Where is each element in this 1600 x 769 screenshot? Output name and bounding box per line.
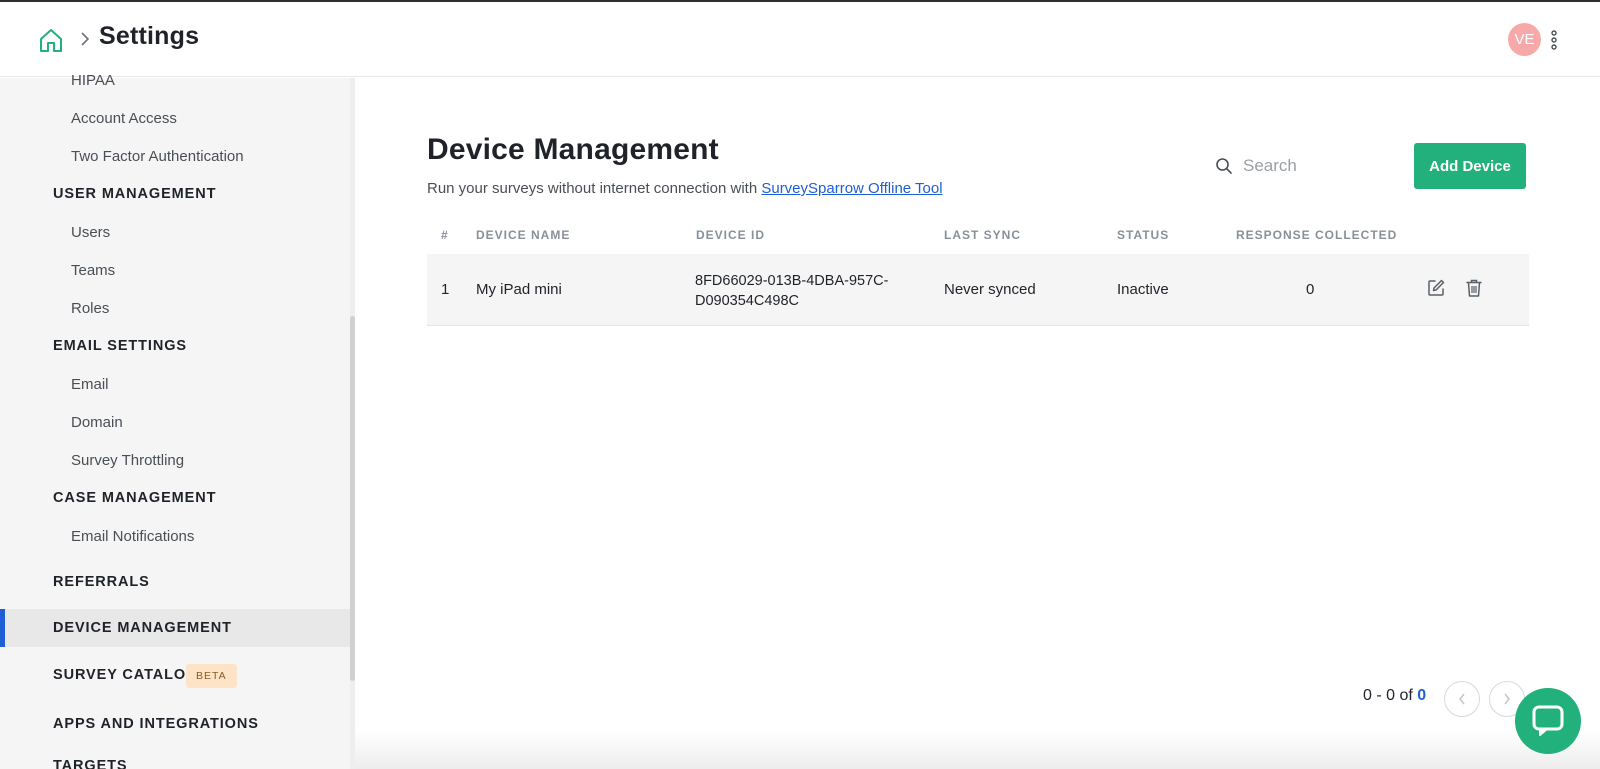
sidebar-item-roles[interactable]: Roles	[71, 300, 109, 317]
sidebar-section-email-settings: EMAIL SETTINGS	[53, 338, 187, 354]
sidebar-section-user-management: USER MANAGEMENT	[53, 186, 217, 202]
search-input[interactable]	[1243, 156, 1383, 176]
sidebar-item-survey-throttling[interactable]: Survey Throttling	[71, 452, 184, 469]
kebab-menu-icon[interactable]	[1548, 29, 1560, 51]
sidebar-item-apps-and-integrations[interactable]: APPS AND INTEGRATIONS	[53, 716, 259, 732]
row-device-name: My iPad mini	[476, 281, 562, 298]
settings-sidebar	[0, 78, 350, 769]
add-device-button[interactable]: Add Device	[1414, 143, 1526, 189]
row-device-id: 8FD66029-013B-4DBA-957C- D090354C498C	[695, 271, 915, 311]
offline-tool-link[interactable]: SurveySparrow Offline Tool	[761, 180, 942, 197]
bottom-fade	[355, 730, 1600, 769]
column-header-response-collected: RESPONSE COLLECTED	[1236, 228, 1398, 242]
sidebar-item-users[interactable]: Users	[71, 224, 110, 241]
chevron-left-icon	[1459, 693, 1465, 705]
trash-icon[interactable]	[1465, 278, 1483, 298]
sidebar-item-email[interactable]: Email	[71, 376, 109, 393]
chat-widget-button[interactable]	[1515, 688, 1581, 754]
sidebar-item-email-notifications[interactable]: Email Notifications	[71, 528, 194, 545]
page-title: Settings	[99, 22, 200, 50]
sidebar-item-targets[interactable]: TARGETS	[53, 758, 128, 769]
sidebar-section-case-management: CASE MANAGEMENT	[53, 490, 217, 506]
row-last-sync: Never synced	[944, 281, 1036, 298]
row-response-collected: 0	[1306, 281, 1315, 298]
column-header-device-name: DEVICE NAME	[476, 228, 571, 242]
pagination-summary: 0 - 0 of 0	[1363, 687, 1426, 705]
home-icon[interactable]	[38, 27, 64, 53]
column-header-index: #	[441, 228, 449, 242]
column-header-device-id: DEVICE ID	[696, 228, 766, 242]
row-index: 1	[441, 281, 450, 298]
sidebar-item-hipaa[interactable]: HIPAA	[71, 72, 115, 89]
search-box	[1215, 150, 1385, 182]
sidebar-item-domain[interactable]: Domain	[71, 414, 123, 431]
avatar[interactable]: VE	[1508, 23, 1541, 56]
sidebar-item-teams[interactable]: Teams	[71, 262, 115, 279]
column-header-last-sync: LAST SYNC	[944, 228, 1022, 242]
pagination-range: 0 - 0	[1363, 687, 1396, 704]
chevron-right-icon	[81, 32, 90, 46]
app-header: Settings VE	[0, 2, 1600, 77]
sidebar-item-account-access[interactable]: Account Access	[71, 110, 177, 127]
column-header-status: STATUS	[1117, 228, 1170, 242]
sidebar-item-survey-catalog[interactable]: SURVEY CATALOG	[53, 667, 198, 683]
chevron-right-icon	[1504, 693, 1510, 705]
section-subtitle: Run your surveys without internet connec…	[427, 180, 943, 197]
previous-page-button[interactable]	[1444, 681, 1480, 717]
beta-badge: BETA	[186, 664, 237, 688]
subtitle-text: Run your surveys without internet connec…	[427, 180, 762, 197]
row-status: Inactive	[1117, 281, 1169, 298]
sidebar-item-device-management[interactable]: DEVICE MANAGEMENT	[53, 620, 232, 636]
edit-icon[interactable]	[1426, 278, 1446, 298]
search-icon	[1216, 158, 1232, 174]
sidebar-active-indicator	[0, 609, 5, 647]
row-device-id-line2: D090354C498C	[695, 293, 799, 309]
row-device-id-line1: 8FD66029-013B-4DBA-957C-	[695, 273, 889, 289]
sidebar-item-referrals[interactable]: REFERRALS	[53, 574, 150, 590]
pagination-total: 0	[1417, 687, 1427, 704]
sidebar-item-two-factor-authentication[interactable]: Two Factor Authentication	[71, 148, 244, 165]
pagination-of: of	[1399, 687, 1413, 704]
chat-icon	[1532, 705, 1564, 736]
sidebar-scrollbar-thumb[interactable]	[350, 316, 355, 681]
section-title: Device Management	[427, 133, 719, 166]
